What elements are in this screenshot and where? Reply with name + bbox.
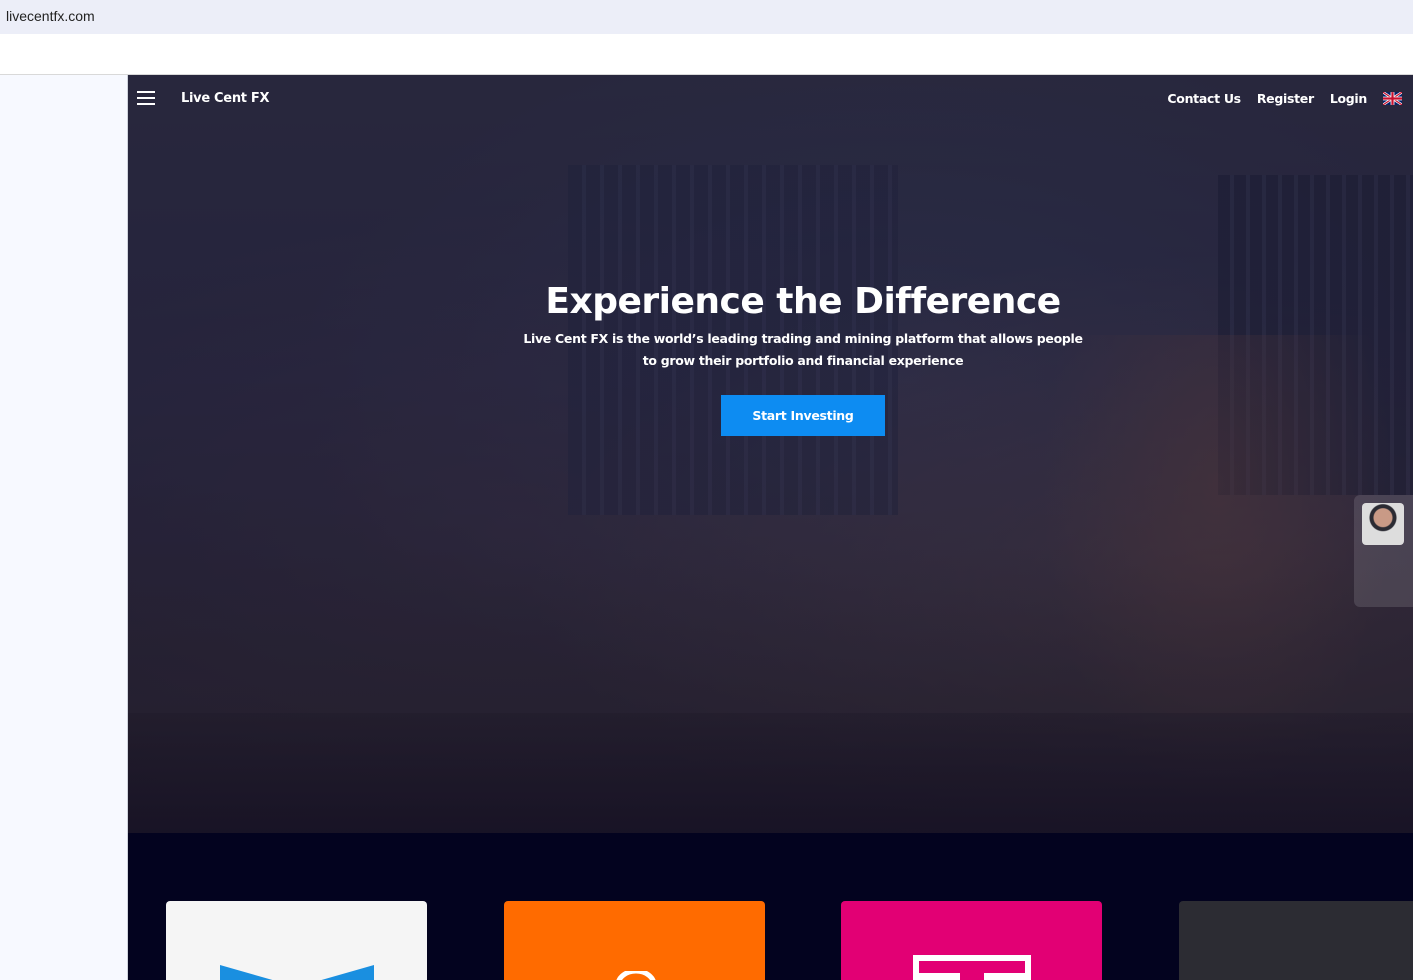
hero-title: Experience the Difference (545, 281, 1061, 322)
hero-subtitle: Live Cent FX is the world’s leading trad… (523, 331, 1083, 368)
hamburger-icon[interactable] (137, 91, 155, 105)
partner-card-1[interactable] (166, 901, 427, 980)
hero-text-block: Experience the Difference Live Cent FX i… (128, 281, 1413, 372)
top-navigation: Live Cent FX Contact Us Register Login (128, 75, 1413, 125)
uk-flag-icon[interactable] (1383, 92, 1402, 105)
partner-card-3[interactable] (841, 901, 1102, 980)
nav-contact-us[interactable]: Contact Us (1167, 91, 1241, 106)
live-chat-widget[interactable] (1354, 495, 1413, 607)
nav-register[interactable]: Register (1257, 91, 1314, 106)
start-investing-button[interactable]: Start Investing (721, 395, 885, 436)
hero-section: Live Cent FX Contact Us Register Login E… (128, 75, 1413, 833)
partner-card-2[interactable] (504, 901, 765, 980)
partner-cards (166, 901, 1413, 980)
hero-bottom-band (128, 713, 1413, 833)
orange-logo-icon (616, 971, 656, 980)
url-text[interactable]: livecentfx.com (6, 8, 95, 24)
browser-address-bar[interactable]: livecentfx.com (0, 0, 1413, 34)
nav-links: Contact Us Register Login (1151, 91, 1402, 106)
blue-m-logo-icon (220, 965, 374, 980)
partner-card-4[interactable] (1179, 901, 1413, 980)
browser-toolbar-gap (0, 34, 1413, 75)
telekom-logo-icon (913, 955, 1031, 980)
brand-logo-text[interactable]: Live Cent FX (181, 91, 270, 106)
website-viewport: Live Cent FX Contact Us Register Login E… (128, 75, 1413, 980)
nav-login[interactable]: Login (1330, 91, 1367, 106)
left-side-panel (0, 75, 128, 980)
chat-agent-avatar (1362, 503, 1404, 545)
